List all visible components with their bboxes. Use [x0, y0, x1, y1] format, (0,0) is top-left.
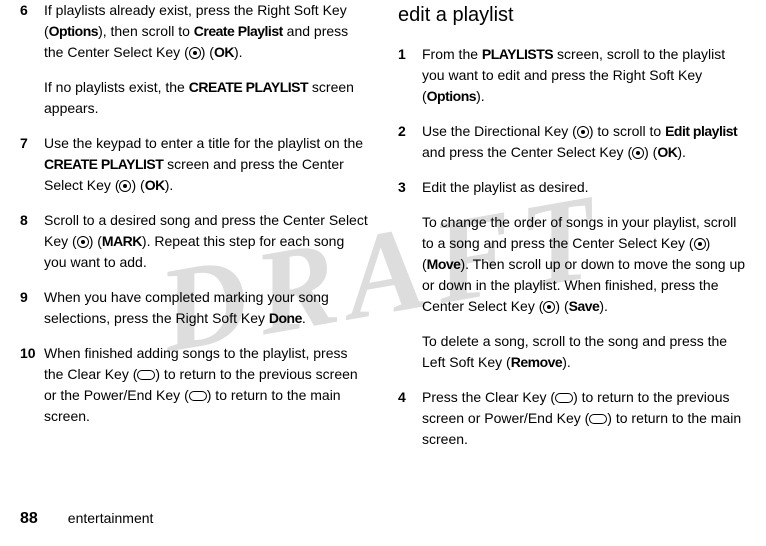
content-area: 6If playlists already exist, press the R… [20, 0, 746, 480]
text-span: CREATE PLAYLIST [44, 156, 163, 172]
text-span: Edit the playlist as desired. [422, 179, 589, 195]
step-item: 4Press the Clear Key () to return to the… [398, 387, 746, 450]
text-span: To delete a song, scroll to the song and… [422, 333, 727, 370]
step-subtext: To delete a song, scroll to the song and… [422, 331, 746, 373]
step-item: 1From the PLAYLISTS screen, scroll to th… [398, 44, 746, 107]
text-span: Done [269, 310, 302, 326]
key-icon [555, 393, 573, 403]
section-heading: edit a playlist [398, 0, 746, 30]
page-footer: 88 entertainment [20, 507, 153, 531]
text-span: If no playlists exist, the [44, 79, 189, 95]
left-column: 6If playlists already exist, press the R… [20, 0, 368, 480]
text-span: Use the Directional Key ( [422, 123, 577, 139]
key-icon [589, 414, 607, 424]
section-name: entertainment [68, 508, 154, 529]
step-text: If playlists already exist, press the Ri… [44, 0, 368, 63]
step-text: Use the Directional Key () to scroll to … [422, 121, 746, 163]
step-text: Press the Clear Key () to return to the … [422, 387, 746, 450]
text-span: Move [427, 256, 461, 272]
text-span: OK [145, 177, 165, 193]
center-select-icon [577, 126, 589, 138]
page-number: 88 [20, 507, 38, 531]
step-item: 10When finished adding songs to the play… [20, 343, 368, 427]
key-icon [137, 370, 155, 380]
text-span: ). [476, 88, 485, 104]
text-span: ) ( [201, 44, 214, 60]
step-text: From the PLAYLISTS screen, scroll to the… [422, 44, 746, 107]
step-subtext: To change the order of songs in your pla… [422, 212, 746, 317]
text-span: and press the Center Select Key ( [422, 144, 632, 160]
step-text: Use the keypad to enter a title for the … [44, 133, 368, 196]
text-span: ). [234, 44, 243, 60]
step-number: 1 [398, 44, 422, 65]
center-select-icon [77, 236, 89, 248]
text-span: ) ( [644, 144, 657, 160]
step-item: 9When you have completed marking your so… [20, 287, 368, 329]
step-number: 6 [20, 0, 44, 21]
step-item: 6If playlists already exist, press the R… [20, 0, 368, 63]
text-span: OK [214, 44, 234, 60]
text-span: ) ( [89, 233, 102, 249]
text-span: Remove [511, 354, 562, 370]
step-number: 9 [20, 287, 44, 308]
center-select-icon [543, 301, 555, 313]
text-span: CREATE PLAYLIST [189, 79, 308, 95]
text-span: ). [677, 144, 686, 160]
right-column: edit a playlist 1From the PLAYLISTS scree… [398, 0, 746, 480]
step-number: 4 [398, 387, 422, 408]
text-span: Options [427, 88, 476, 104]
text-span: Edit playlist [665, 123, 737, 139]
text-span: Create Playlist [194, 23, 283, 39]
step-number: 3 [398, 177, 422, 198]
text-span: OK [657, 144, 677, 160]
text-span: To change the order of songs in your pla… [422, 214, 736, 251]
step-text: When you have completed marking your son… [44, 287, 368, 329]
center-select-icon [632, 147, 644, 159]
text-span: From the [422, 46, 482, 62]
text-span: ). [599, 298, 608, 314]
step-item: 8Scroll to a desired song and press the … [20, 210, 368, 273]
center-select-icon [189, 47, 201, 59]
step-number: 10 [20, 343, 44, 364]
text-span: ) to scroll to [589, 123, 665, 139]
step-item: 2Use the Directional Key ( ) to scroll to… [398, 121, 746, 163]
text-span: ), then scroll to [98, 23, 194, 39]
text-span: Save [569, 298, 600, 314]
step-text: Edit the playlist as desired. [422, 177, 746, 198]
text-span: ) ( [555, 298, 568, 314]
text-span: Use the keypad to enter a title for the … [44, 135, 363, 151]
step-number: 2 [398, 121, 422, 142]
step-item: 3Edit the playlist as desired. [398, 177, 746, 198]
text-span: Options [49, 23, 98, 39]
text-span: Press the Clear Key ( [422, 389, 555, 405]
text-span: ). [562, 354, 571, 370]
step-item: 7Use the keypad to enter a title for the… [20, 133, 368, 196]
center-select-icon [694, 238, 706, 250]
text-span: MARK [102, 233, 142, 249]
step-text: Scroll to a desired song and press the C… [44, 210, 368, 273]
text-span: ). [165, 177, 174, 193]
step-subtext: If no playlists exist, the CREATE PLAYLI… [44, 77, 368, 119]
center-select-icon [119, 180, 131, 192]
text-span: ) ( [131, 177, 144, 193]
step-number: 8 [20, 210, 44, 231]
text-span: . [302, 310, 306, 326]
key-icon [189, 391, 207, 401]
step-number: 7 [20, 133, 44, 154]
text-span: PLAYLISTS [482, 46, 553, 62]
step-text: When finished adding songs to the playli… [44, 343, 368, 427]
